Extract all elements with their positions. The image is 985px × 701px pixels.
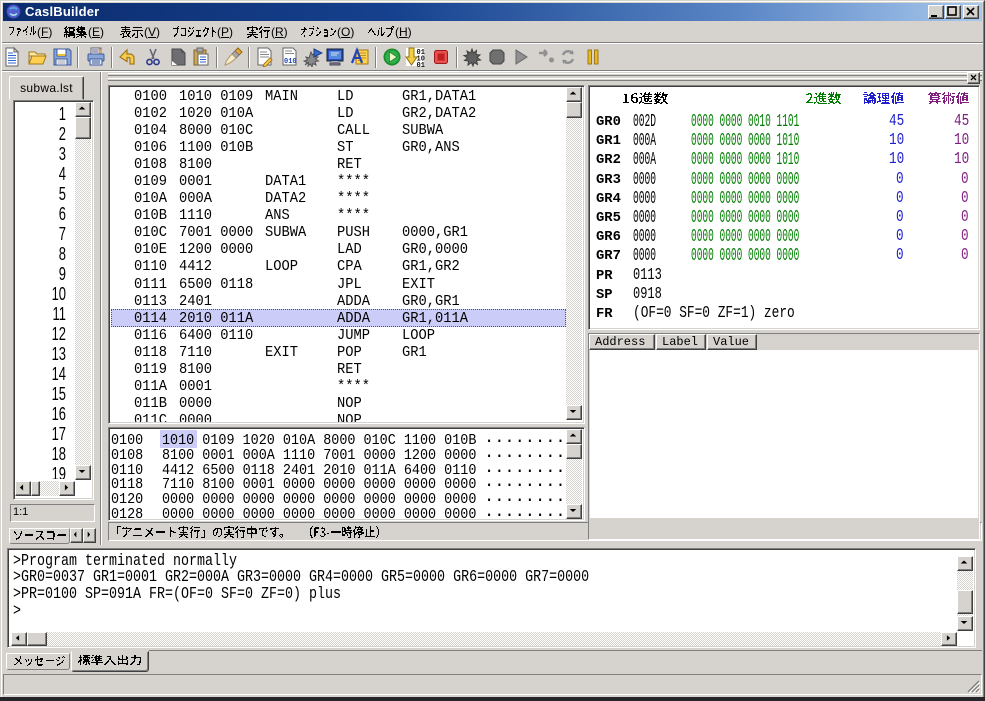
svg-text:010: 010	[284, 58, 297, 66]
svg-text:01: 01	[417, 62, 425, 67]
